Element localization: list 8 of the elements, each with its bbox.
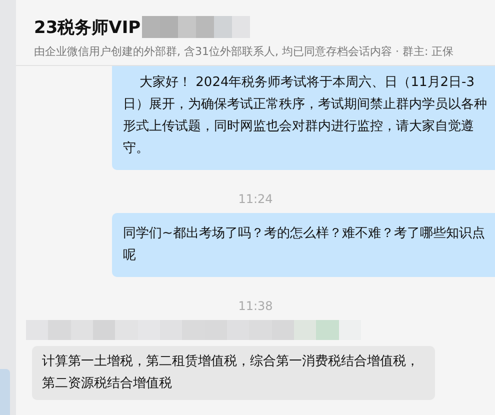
message-bubble: 大家好！ 2024年税务师考试将于本周六、日（11月2日-3日）展开，为确保考试正常秩序，考试期间禁止群内学员以各种形式上传试题，同时网监也会对群内进行监控，请大家自觉遵守。 [112,66,495,170]
timestamp: 11:38 [237,299,274,313]
selected-chat-edge [0,369,10,415]
message-bubble: 计算第一土增税，第二租赁增值税，综合第一消费税结合增值税，第二资源税结合增值税 [32,346,435,400]
group-info: 由企业微信用户创建的外部群, 含31位外部联系人, 均已同意存档会话内容 · 群主: 正保 [34,44,455,59]
message-bubble: 同学们~都出考场了吗？考的怎么样？难不难？考了哪些知识点呢 [112,213,495,277]
group-title: 23税务师VIP [34,16,141,38]
timestamp: 11:24 [237,192,274,206]
